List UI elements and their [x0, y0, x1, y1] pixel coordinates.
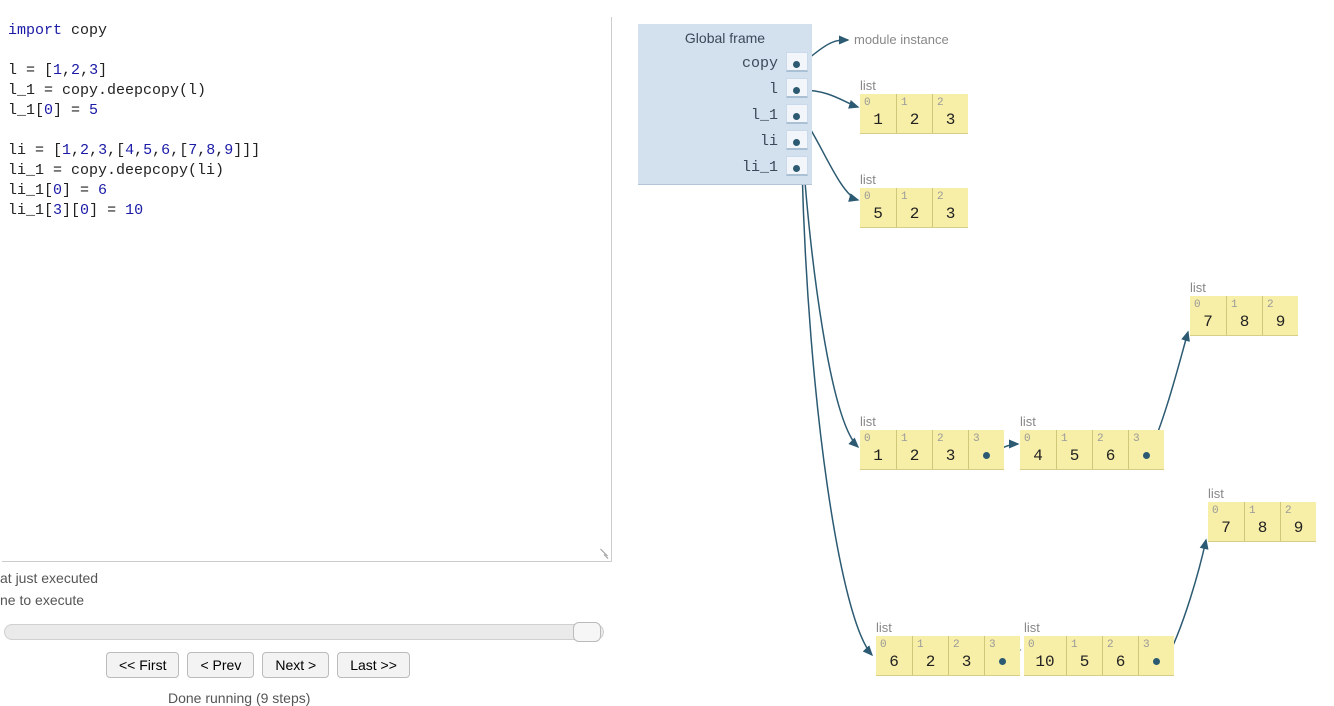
- list-li1-b: 0123 1056: [1024, 636, 1174, 676]
- last-button[interactable]: Last >>: [337, 652, 410, 678]
- frame-var-copy: copy: [638, 50, 812, 76]
- frame-var-l1: l_1: [638, 102, 812, 128]
- pointer-dot-icon: [1143, 452, 1150, 459]
- list-li-b: 0123 456: [1020, 430, 1164, 470]
- list-label: list: [876, 620, 892, 635]
- execution-status: at just executed ne to execute: [0, 567, 98, 611]
- step-slider[interactable]: [4, 624, 604, 640]
- status-line-next: ne to execute: [0, 589, 98, 611]
- pointer-dot-icon: [793, 165, 800, 172]
- list-l: 012 123: [860, 94, 968, 134]
- list-label: list: [1024, 620, 1040, 635]
- list-li1-a: 0123 623: [876, 636, 1020, 676]
- resize-handle-icon[interactable]: [595, 545, 611, 561]
- slider-thumb[interactable]: [573, 622, 601, 642]
- frame-var-li: li: [638, 128, 812, 154]
- list-label: list: [860, 78, 876, 93]
- pointer-dot-icon: [793, 139, 800, 146]
- pointer-dot-icon: [793, 61, 800, 68]
- pointer-dot-icon: [999, 658, 1006, 665]
- list-label: list: [860, 414, 876, 429]
- module-instance-label: module instance: [854, 32, 949, 47]
- pointer-dot-icon: [983, 452, 990, 459]
- list-li-c: 012 789: [1190, 296, 1298, 336]
- code-editor[interactable]: import copy l = [1,2,3] l_1 = copy.deepc…: [2, 17, 612, 562]
- frame-var-l: l: [638, 76, 812, 102]
- frame-var-li1: li_1: [638, 154, 812, 180]
- first-button[interactable]: << First: [106, 652, 179, 678]
- list-li1-c: 012 789: [1208, 502, 1316, 542]
- list-l1: 012 523: [860, 188, 968, 228]
- next-button[interactable]: Next >: [262, 652, 329, 678]
- list-label: list: [860, 172, 876, 187]
- list-label: list: [1190, 280, 1206, 295]
- list-label: list: [1020, 414, 1036, 429]
- pointer-dot-icon: [1153, 658, 1160, 665]
- prev-button[interactable]: < Prev: [187, 652, 254, 678]
- pointer-dot-icon: [793, 87, 800, 94]
- done-running-text: Done running (9 steps): [168, 690, 310, 706]
- pointer-dot-icon: [793, 113, 800, 120]
- list-li-a: 0123 123: [860, 430, 1004, 470]
- list-label: list: [1208, 486, 1224, 501]
- status-line-prev: at just executed: [0, 567, 98, 589]
- global-frame-title: Global frame: [638, 30, 812, 46]
- global-frame: Global frame copy l l_1 li li_1: [638, 24, 812, 185]
